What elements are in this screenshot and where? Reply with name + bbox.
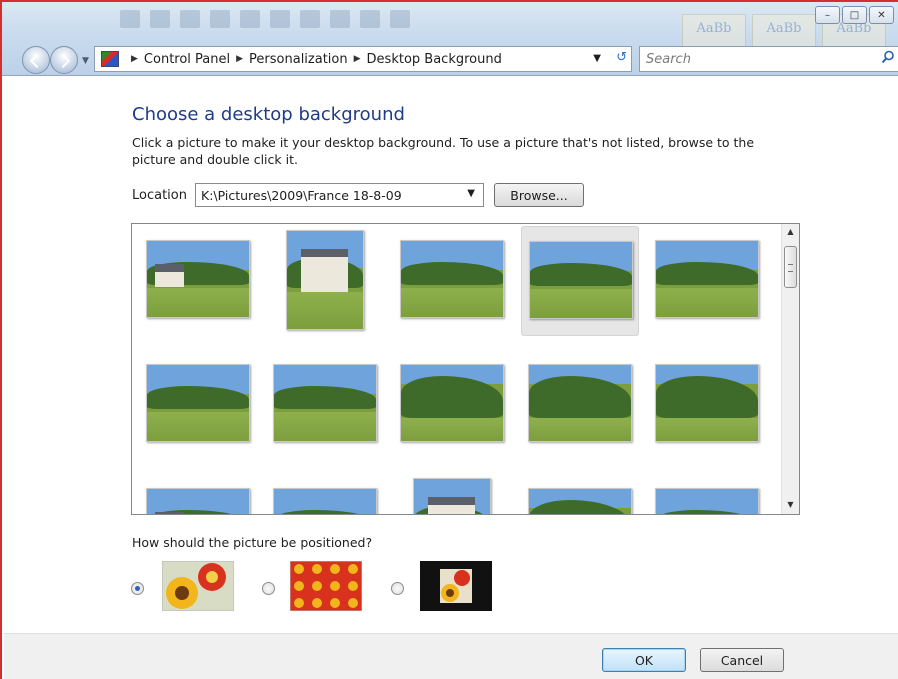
flower-tile-icon [290, 561, 362, 611]
picture-tile[interactable] [139, 350, 257, 460]
picture-thumbnail [413, 478, 491, 514]
location-label: Location [132, 188, 187, 203]
picture-tile[interactable] [521, 350, 639, 460]
picture-thumbnail [286, 230, 364, 330]
page-description: Click a picture to make it your desktop … [132, 135, 755, 167]
gallery-scrollbar[interactable]: ▲ ▼ [781, 224, 799, 514]
picture-thumbnail [400, 240, 504, 318]
cancel-button[interactable]: Cancel [700, 648, 784, 672]
picture-tile[interactable] [139, 474, 257, 514]
dialog-footer: OK Cancel [4, 633, 898, 679]
picture-tile[interactable] [266, 226, 384, 336]
main-content: Choose a desktop background Click a pict… [4, 77, 898, 633]
picture-thumbnail [146, 364, 250, 442]
position-tile-preview[interactable] [290, 561, 362, 611]
back-button[interactable] [22, 46, 50, 74]
flower-center-icon [420, 561, 492, 611]
picture-thumbnail [655, 364, 759, 442]
picture-tile[interactable] [521, 474, 639, 514]
breadcrumb-control-panel[interactable]: Control Panel [144, 52, 230, 67]
position-radio-center[interactable] [391, 582, 404, 595]
picture-thumbnail [528, 364, 632, 442]
location-value: K:\Pictures\2009\France 18-8-09 [201, 188, 402, 203]
chevron-right-icon[interactable]: ▶ [131, 54, 138, 64]
control-panel-icon [101, 51, 119, 67]
browse-button[interactable]: Browse... [494, 183, 584, 207]
breadcrumb-desktop-background[interactable]: Desktop Background [367, 52, 502, 67]
flower-fill-icon [162, 561, 234, 611]
scrollbar-thumb[interactable] [784, 246, 797, 288]
picture-tile[interactable] [393, 474, 511, 514]
title-bar: AaBb AaBb AaBb – □ ✕ ▼ ▶ Control Panel ▶… [2, 2, 898, 76]
maximize-button[interactable]: □ [842, 6, 867, 24]
picture-thumbnail [400, 364, 504, 442]
picture-tile[interactable] [266, 350, 384, 460]
close-button[interactable]: ✕ [869, 6, 894, 24]
picture-tile[interactable] [521, 226, 639, 336]
address-bar[interactable]: ▶ Control Panel ▶ Personalization ▶ Desk… [94, 46, 632, 72]
chevron-right-icon[interactable]: ▶ [236, 54, 243, 64]
control-panel-window: AaBb AaBb AaBb – □ ✕ ▼ ▶ Control Panel ▶… [0, 0, 898, 679]
picture-thumbnail [146, 240, 250, 318]
picture-tile[interactable] [393, 226, 511, 336]
refresh-icon[interactable]: ↺ [616, 50, 627, 65]
location-select[interactable]: K:\Pictures\2009\France 18-8-09 ▼ [195, 183, 484, 207]
picture-gallery[interactable]: ▲ ▼ [131, 223, 800, 515]
picture-thumbnail [273, 364, 377, 442]
search-input[interactable]: Search [639, 46, 898, 72]
picture-tile[interactable] [266, 474, 384, 514]
search-icon[interactable] [881, 50, 895, 64]
address-dropdown-icon[interactable]: ▼ [593, 53, 601, 64]
position-label: How should the picture be positioned? [132, 535, 373, 550]
page-title: Choose a desktop background [132, 104, 405, 125]
scroll-up-icon[interactable]: ▲ [782, 224, 799, 241]
picture-tile[interactable] [648, 226, 766, 336]
recent-pages-dropdown[interactable]: ▼ [82, 56, 89, 66]
ok-button[interactable]: OK [602, 648, 686, 672]
position-radio-fill[interactable] [131, 582, 144, 595]
breadcrumb-personalization[interactable]: Personalization [249, 52, 348, 67]
picture-thumbnail [655, 488, 759, 514]
position-radio-tile[interactable] [262, 582, 275, 595]
background-app-ribbon [120, 10, 680, 38]
window-controls: – □ ✕ [815, 6, 894, 24]
picture-thumbnail [655, 240, 759, 318]
picture-thumbnail [273, 488, 377, 514]
picture-tile[interactable] [648, 350, 766, 460]
forward-button[interactable] [50, 46, 78, 74]
scroll-down-icon[interactable]: ▼ [782, 497, 799, 514]
minimize-button[interactable]: – [815, 6, 840, 24]
search-placeholder: Search [646, 52, 691, 67]
picture-thumbnail [146, 488, 250, 514]
chevron-down-icon[interactable]: ▼ [467, 188, 475, 199]
picture-thumbnail [529, 241, 633, 319]
position-fill-preview[interactable] [162, 561, 234, 611]
picture-tile[interactable] [139, 226, 257, 336]
picture-thumbnail [528, 488, 632, 514]
position-center-preview[interactable] [420, 561, 492, 611]
picture-tile[interactable] [648, 474, 766, 514]
chevron-right-icon[interactable]: ▶ [354, 54, 361, 64]
picture-tile[interactable] [393, 350, 511, 460]
